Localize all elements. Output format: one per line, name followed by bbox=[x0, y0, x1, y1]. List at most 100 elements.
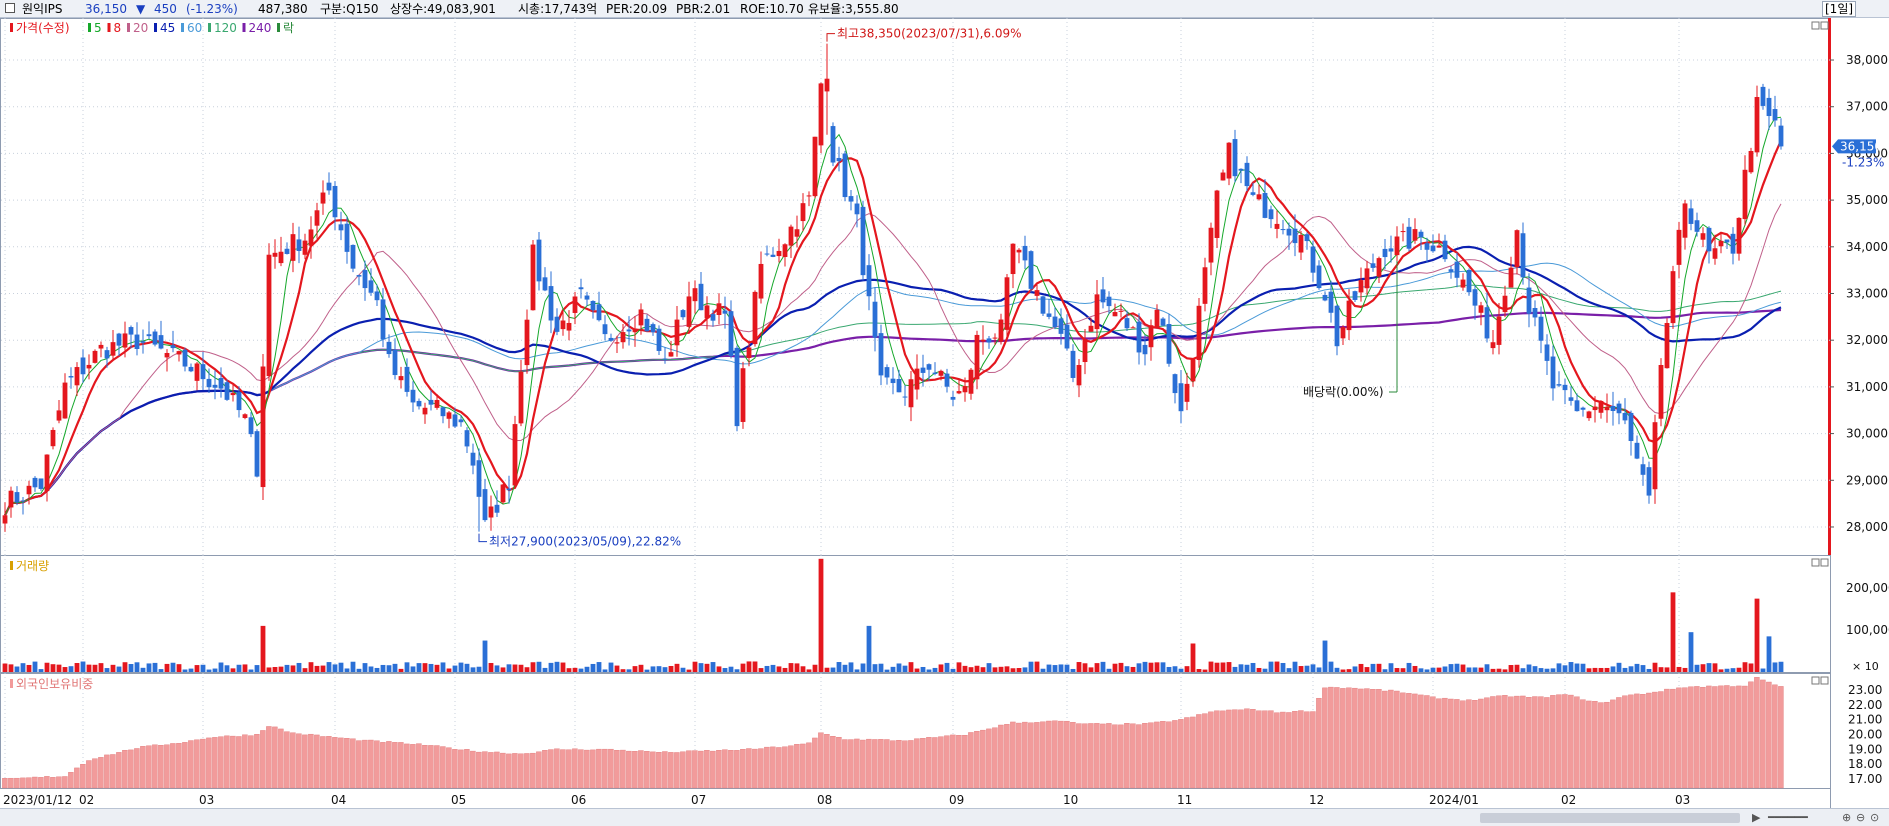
foreign-bar bbox=[842, 739, 848, 789]
foreign-bar bbox=[1226, 709, 1232, 789]
candle-body bbox=[326, 182, 332, 191]
candle-body bbox=[1160, 318, 1166, 326]
foreign-bar bbox=[926, 737, 932, 789]
volume-bar bbox=[446, 668, 452, 672]
volume-bar bbox=[488, 662, 494, 672]
volume-bar bbox=[710, 662, 716, 672]
volume-bar bbox=[524, 667, 530, 672]
foreign-bar bbox=[1304, 711, 1310, 789]
stock-name[interactable]: 원익IPS bbox=[22, 1, 62, 17]
candle-body bbox=[1220, 172, 1226, 181]
select-checkbox[interactable] bbox=[5, 3, 15, 13]
candle-body bbox=[62, 382, 68, 419]
volume-bar bbox=[296, 662, 302, 672]
volume-bar bbox=[116, 666, 122, 672]
volume-bar bbox=[194, 665, 200, 672]
period-selector[interactable]: [1일] bbox=[1822, 1, 1857, 17]
foreign-bar bbox=[44, 776, 50, 789]
foreign-bar bbox=[1778, 686, 1784, 789]
foreign-bar bbox=[1670, 688, 1676, 789]
volume-bar bbox=[56, 664, 62, 672]
candle-body bbox=[1040, 296, 1046, 314]
candle-body bbox=[1106, 296, 1112, 307]
zoom-in-icon[interactable]: ⊕ bbox=[1842, 811, 1851, 824]
legend-ma45-swatch bbox=[154, 23, 157, 32]
volume-bar bbox=[518, 664, 524, 672]
candle-body bbox=[1142, 344, 1148, 355]
x-tick-label: 09 bbox=[949, 793, 964, 807]
foreign-bar bbox=[134, 748, 140, 789]
candle-body bbox=[458, 419, 464, 423]
volume-bar bbox=[1130, 666, 1136, 672]
foreign-bar bbox=[812, 737, 818, 789]
scroll-thumb[interactable] bbox=[1480, 813, 1740, 823]
foreign-bar bbox=[824, 734, 830, 789]
foreign-bar bbox=[1364, 688, 1370, 789]
foreign-bar bbox=[1244, 708, 1250, 789]
last-change-label: -1.23% bbox=[1842, 155, 1884, 169]
foreign-bar bbox=[1700, 686, 1706, 789]
foreign-bar bbox=[374, 740, 380, 789]
foreign-bar bbox=[1316, 697, 1322, 789]
volume-bar bbox=[1496, 668, 1502, 672]
scroll-bar[interactable]: ▶ ━━━━━━ ⊕ ⊖ ⊙ bbox=[0, 808, 1889, 826]
candle-body bbox=[1154, 309, 1160, 328]
candle-body bbox=[242, 414, 248, 419]
volume-bar bbox=[926, 669, 932, 672]
candle-body bbox=[608, 337, 614, 341]
candle-body bbox=[806, 195, 812, 197]
foreign-bar bbox=[872, 739, 878, 789]
volume-bar bbox=[644, 669, 650, 672]
foreign-y-tick-label: 21.00 bbox=[1848, 713, 1882, 727]
foreign-bar bbox=[176, 743, 182, 789]
foreign-bar bbox=[1586, 700, 1592, 789]
candle-body bbox=[1748, 150, 1754, 173]
candle-body bbox=[506, 488, 512, 491]
candle-body bbox=[1088, 325, 1094, 332]
volume-bar bbox=[1100, 661, 1106, 672]
foreign-bar bbox=[878, 739, 884, 789]
candle-body bbox=[212, 384, 218, 388]
volume-bar bbox=[1058, 664, 1064, 672]
foreign-bar bbox=[1430, 696, 1436, 789]
foreign-bar bbox=[1010, 721, 1016, 789]
foreign-bar bbox=[1664, 688, 1670, 789]
candle-body bbox=[830, 126, 836, 163]
zoom-reset-icon[interactable]: ⊙ bbox=[1870, 811, 1879, 824]
candle-body bbox=[362, 270, 368, 289]
candle-body bbox=[680, 310, 686, 318]
volume-bar bbox=[1376, 663, 1382, 672]
scroll-right-icon[interactable]: ▶ bbox=[1752, 811, 1760, 824]
candle-body bbox=[1556, 384, 1562, 386]
volume-bar bbox=[752, 661, 758, 672]
foreign-bar bbox=[686, 750, 692, 789]
foreign-bar bbox=[1052, 720, 1058, 789]
volume-bar bbox=[134, 662, 140, 672]
legend-volume-swatch bbox=[10, 561, 13, 570]
volume-bar bbox=[584, 666, 590, 672]
volume-bar bbox=[1094, 663, 1100, 672]
volume-bar bbox=[158, 669, 164, 672]
volume-bar bbox=[410, 666, 416, 672]
candle-body bbox=[950, 396, 956, 400]
zoom-slider[interactable]: ━━━━━━ bbox=[1768, 811, 1808, 824]
candle-body bbox=[1616, 403, 1622, 414]
retention-ratio: 유보율:3,555.80 bbox=[808, 2, 899, 16]
foreign-y-tick-label: 19.00 bbox=[1848, 742, 1882, 756]
volume-bar bbox=[1004, 666, 1010, 672]
volume-bar bbox=[1262, 668, 1268, 672]
candle-body bbox=[758, 263, 764, 299]
foreign-bar bbox=[278, 728, 284, 789]
candle-body bbox=[1214, 190, 1220, 238]
panel-minimize-icon bbox=[1811, 21, 1820, 30]
foreign-bar bbox=[944, 735, 950, 789]
foreign-bar bbox=[14, 777, 20, 789]
volume-bar bbox=[1598, 667, 1604, 672]
current-price: 36,150 bbox=[85, 2, 127, 16]
foreign-bar bbox=[1592, 700, 1598, 789]
foreign-bar bbox=[1466, 699, 1472, 789]
candle-body bbox=[1688, 208, 1694, 224]
volume-bar bbox=[1196, 669, 1202, 672]
foreign-bar bbox=[758, 748, 764, 789]
zoom-out-icon[interactable]: ⊖ bbox=[1856, 811, 1865, 824]
